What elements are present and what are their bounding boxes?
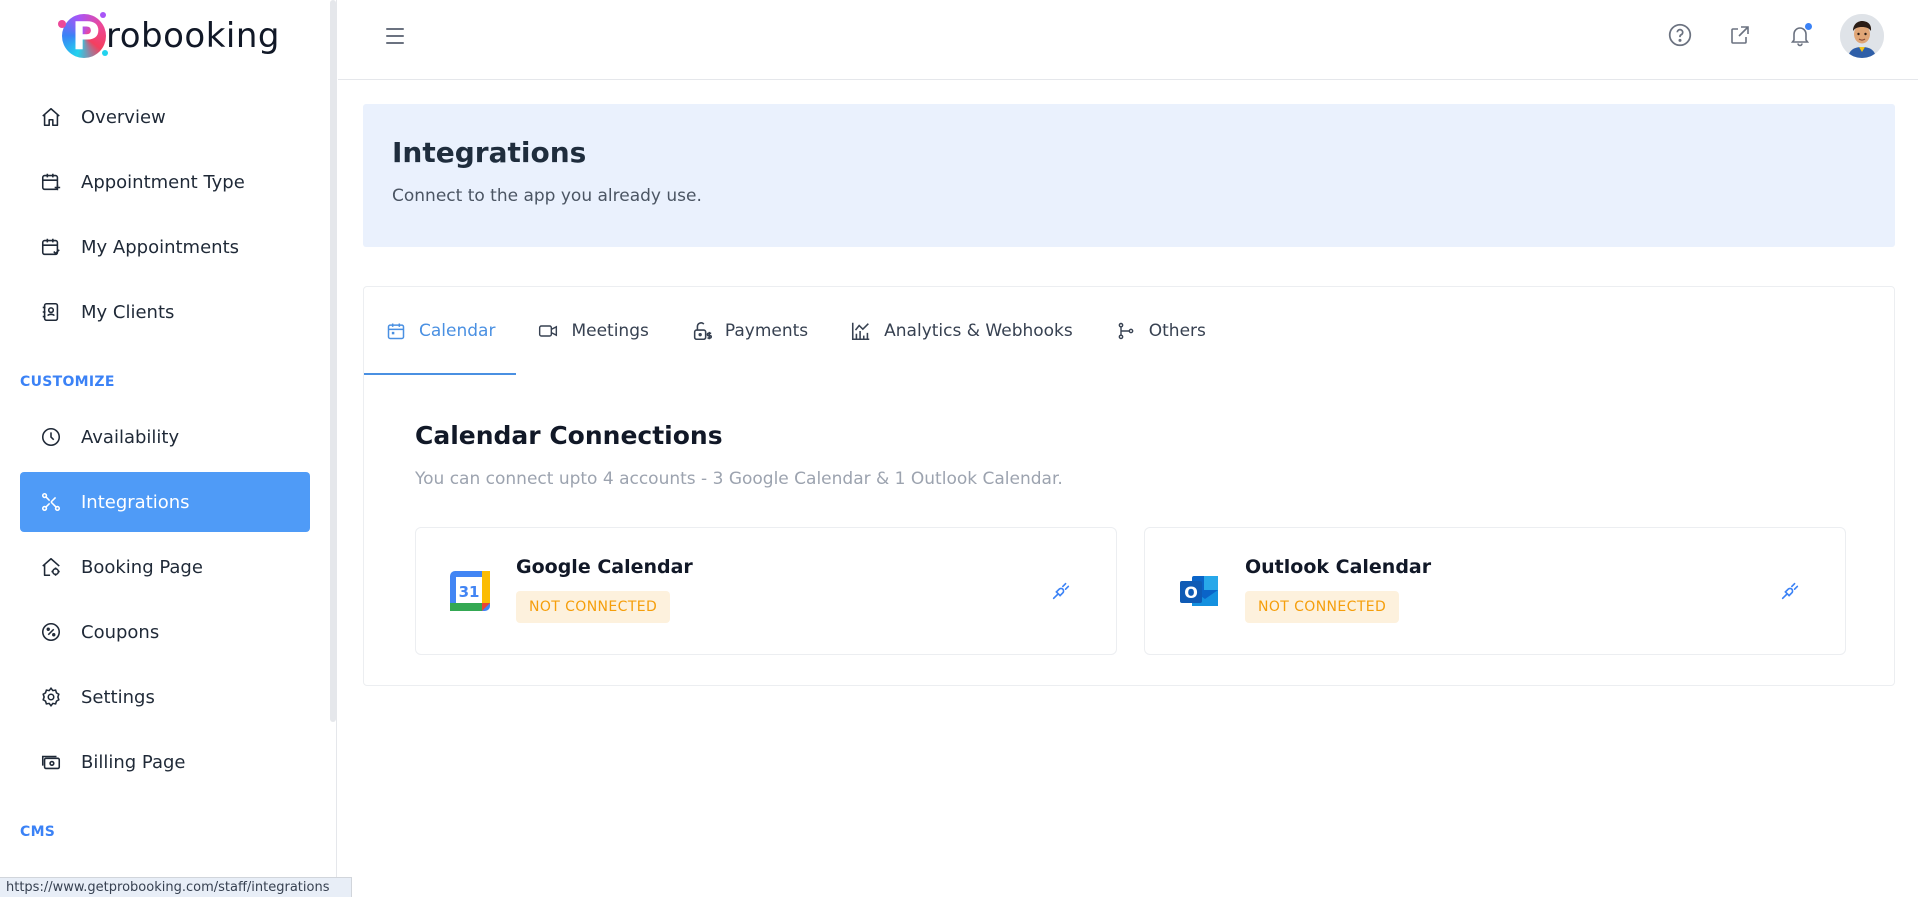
sidebar-item-billing-page[interactable]: Billing Page bbox=[20, 732, 310, 792]
outlook-calendar-card: O Outlook Calendar NOT CONNECTED bbox=[1144, 527, 1846, 655]
status-badge: NOT CONNECTED bbox=[1245, 591, 1400, 623]
sidebar-item-label: Booking Page bbox=[81, 556, 203, 578]
section-customize: CUSTOMIZE bbox=[20, 374, 115, 390]
external-link-icon[interactable] bbox=[1725, 20, 1755, 50]
sidebar-item-overview[interactable]: Overview bbox=[20, 87, 310, 147]
top-bar bbox=[338, 0, 1918, 80]
brand-logo[interactable]: P robooking bbox=[58, 8, 280, 64]
tab-label: Payments bbox=[724, 320, 809, 341]
sidebar-item-label: Coupons bbox=[81, 621, 160, 643]
calendar-plus-icon bbox=[40, 171, 62, 193]
tab-label: Calendar bbox=[419, 320, 496, 341]
tab-meetings[interactable]: Meetings bbox=[516, 287, 669, 374]
contacts-icon bbox=[40, 301, 62, 323]
google-calendar-card: 31 Google Calendar NOT CONNECTED bbox=[415, 527, 1117, 655]
sidebar-item-label: My Clients bbox=[81, 301, 175, 323]
logo-text: robooking bbox=[106, 16, 280, 56]
status-bar-url: https://www.getprobooking.com/staff/inte… bbox=[0, 877, 352, 897]
sidebar-item-my-appointments[interactable]: My Appointments bbox=[20, 217, 310, 277]
section-cms: CMS bbox=[20, 824, 56, 840]
sidebar: P robooking Overview Appointment Type My… bbox=[0, 0, 337, 897]
connection-name: Outlook Calendar bbox=[1245, 556, 1432, 578]
tab-label: Meetings bbox=[571, 320, 649, 341]
bell-icon[interactable] bbox=[1785, 20, 1815, 50]
tab-analytics-webhooks[interactable]: Analytics & Webhooks bbox=[829, 287, 1094, 374]
branch-icon bbox=[1115, 320, 1137, 342]
page-subtitle: Connect to the app you already use. bbox=[392, 186, 702, 206]
calendar-check-icon bbox=[40, 236, 62, 258]
logo-letter: P bbox=[72, 14, 100, 58]
sidebar-item-appointment-type[interactable]: Appointment Type bbox=[20, 152, 310, 212]
outlook-logo-icon: O bbox=[1178, 570, 1220, 612]
percent-icon bbox=[40, 621, 62, 643]
sidebar-item-integrations[interactable]: Integrations bbox=[20, 472, 310, 532]
sidebar-item-availability[interactable]: Availability bbox=[20, 407, 310, 467]
calendar-connections-subtitle: You can connect upto 4 accounts - 3 Goog… bbox=[415, 469, 1063, 489]
billing-icon bbox=[40, 751, 62, 773]
sidebar-item-label: Integrations bbox=[81, 491, 190, 513]
sidebar-item-settings[interactable]: Settings bbox=[20, 667, 310, 727]
home-icon bbox=[40, 106, 62, 128]
connect-plug-icon[interactable] bbox=[1777, 578, 1803, 604]
video-icon bbox=[537, 320, 559, 342]
menu-toggle-icon[interactable] bbox=[386, 24, 410, 48]
tab-label: Analytics & Webhooks bbox=[884, 320, 1073, 341]
lock-dollar-icon bbox=[691, 320, 713, 342]
connection-name: Google Calendar bbox=[516, 556, 693, 578]
tab-others[interactable]: Others bbox=[1094, 287, 1227, 374]
notification-dot bbox=[1804, 22, 1813, 31]
sidebar-item-label: Settings bbox=[81, 686, 155, 708]
connect-plug-icon[interactable] bbox=[1048, 578, 1074, 604]
user-avatar[interactable] bbox=[1840, 14, 1884, 58]
sidebar-scrollbar[interactable] bbox=[330, 0, 336, 722]
page-title: Integrations bbox=[392, 136, 587, 169]
integration-tabs: Calendar Meetings Payments Analytics & W… bbox=[364, 287, 1227, 375]
page-header: Integrations Connect to the app you alre… bbox=[363, 104, 1895, 247]
google-calendar-logo-text: 31 bbox=[459, 583, 480, 601]
tab-calendar[interactable]: Calendar bbox=[364, 287, 517, 375]
sidebar-item-label: Billing Page bbox=[81, 751, 186, 773]
sidebar-item-label: Overview bbox=[81, 106, 166, 128]
sidebar-item-label: Appointment Type bbox=[81, 171, 245, 193]
calendar-connections-title: Calendar Connections bbox=[415, 421, 723, 450]
outlook-logo-text: O bbox=[1184, 583, 1198, 602]
sidebar-item-coupons[interactable]: Coupons bbox=[20, 602, 310, 662]
status-badge: NOT CONNECTED bbox=[516, 591, 671, 623]
integrations-icon bbox=[40, 491, 62, 513]
home-gear-icon bbox=[40, 556, 62, 578]
gear-icon bbox=[40, 686, 62, 708]
tab-label: Others bbox=[1148, 320, 1206, 341]
sidebar-item-booking-page[interactable]: Booking Page bbox=[20, 537, 310, 597]
chart-icon bbox=[850, 320, 872, 342]
logo-mark: P bbox=[58, 10, 110, 62]
integrations-card: Calendar Meetings Payments Analytics & W… bbox=[363, 286, 1895, 686]
help-icon[interactable] bbox=[1665, 20, 1695, 50]
sidebar-item-label: Availability bbox=[81, 426, 180, 448]
google-calendar-logo-icon: 31 bbox=[449, 570, 491, 612]
clock-icon bbox=[40, 426, 62, 448]
calendar-icon bbox=[385, 320, 407, 342]
sidebar-item-label: My Appointments bbox=[81, 236, 240, 258]
sidebar-item-my-clients[interactable]: My Clients bbox=[20, 282, 310, 342]
tab-payments[interactable]: Payments bbox=[670, 287, 829, 374]
